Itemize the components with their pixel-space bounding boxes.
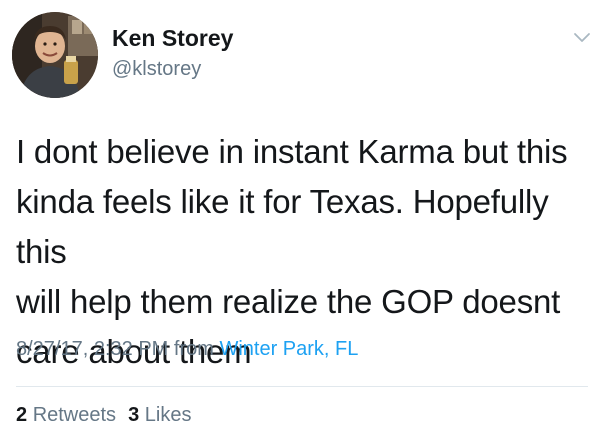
from-label: from bbox=[173, 338, 214, 360]
likes-count: 3 bbox=[128, 404, 140, 426]
location-link[interactable]: Winter Park, FL bbox=[219, 338, 358, 360]
avatar-photo bbox=[12, 12, 98, 98]
timestamp[interactable]: 8/27/17, 2:32 PM bbox=[16, 338, 168, 360]
tweet-meta: 8/27/17, 2:32 PM from Winter Park, FL bbox=[16, 338, 358, 361]
user-handle[interactable]: @klstorey bbox=[112, 58, 201, 81]
retweets-count: 2 bbox=[16, 404, 28, 426]
tweet-card: Ken Storey @klstorey I dont believe in i… bbox=[0, 0, 600, 438]
likes-stat[interactable]: 3 Likes bbox=[128, 404, 191, 426]
divider bbox=[16, 386, 588, 387]
retweets-label: Retweets bbox=[32, 404, 117, 426]
tweet-stats: 2 Retweets 3 Likes bbox=[16, 404, 191, 427]
likes-label: Likes bbox=[144, 404, 192, 426]
chevron-down-icon[interactable] bbox=[573, 30, 591, 44]
avatar[interactable] bbox=[12, 12, 98, 98]
display-name[interactable]: Ken Storey bbox=[112, 25, 233, 52]
retweets-stat[interactable]: 2 Retweets bbox=[16, 404, 116, 426]
